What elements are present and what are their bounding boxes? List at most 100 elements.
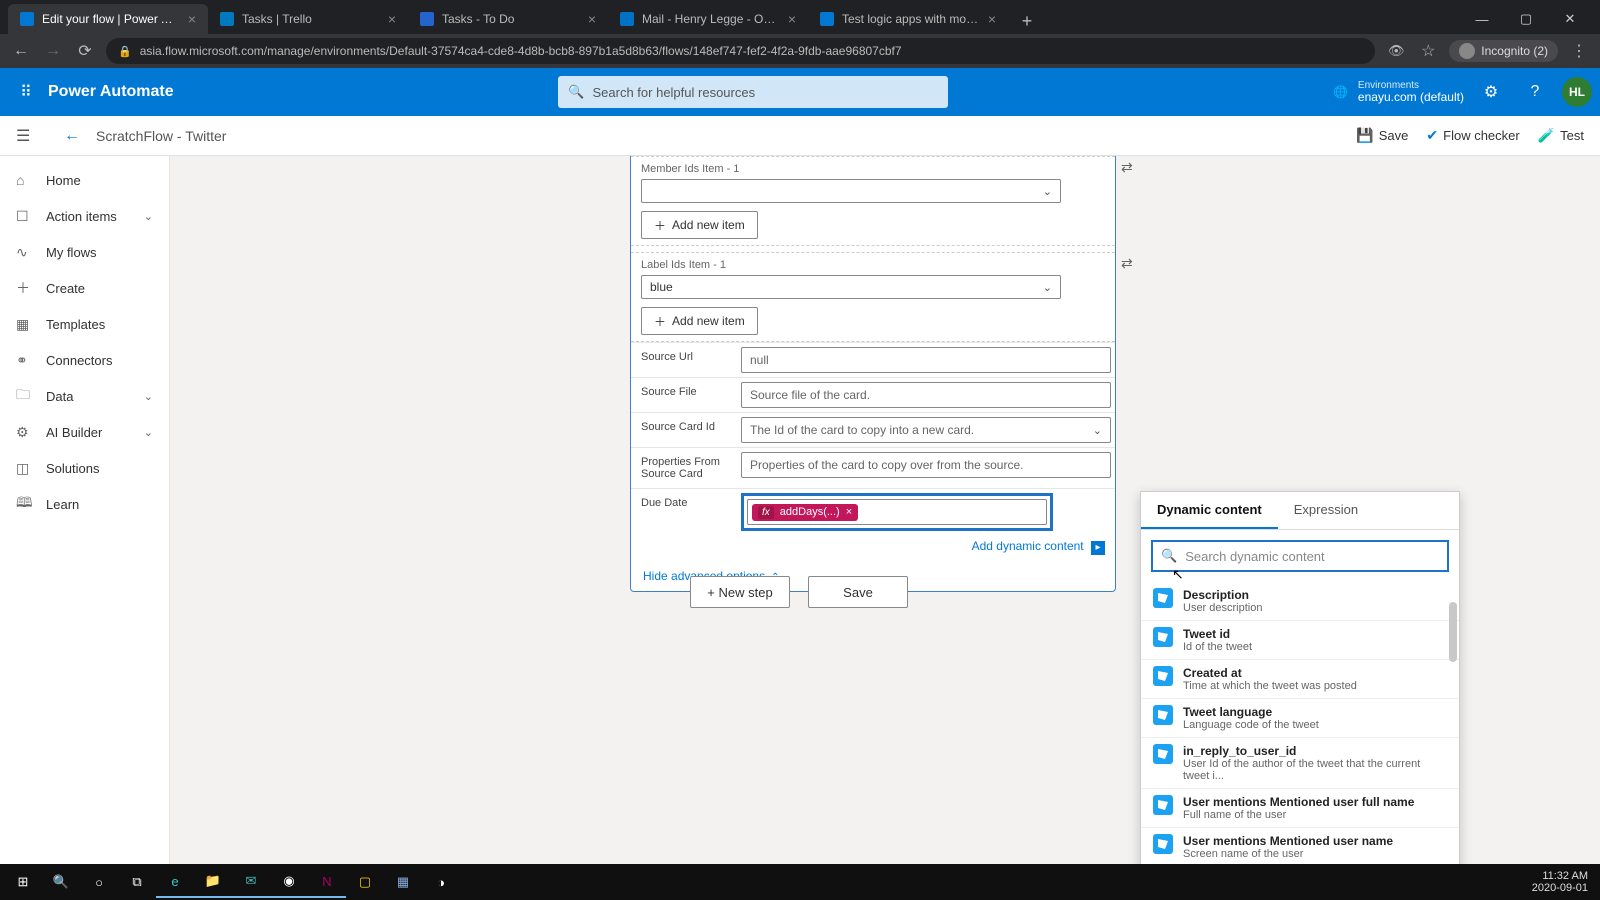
app-launcher-icon[interactable]: ⠿ xyxy=(8,74,44,110)
list-item[interactable]: Tweet languageLanguage code of the tweet xyxy=(1141,699,1459,738)
browser-tab[interactable]: Test logic apps with mock data - × xyxy=(808,4,1008,34)
new-tab-button[interactable]: + xyxy=(1014,8,1040,34)
task-view-button[interactable]: ⧉ xyxy=(118,866,156,898)
flow-canvas[interactable]: ⇄ Member Ids Item - 1 ⌄ ＋Add new item ⇄ … xyxy=(170,156,1600,864)
nav-connectors[interactable]: ⚭Connectors xyxy=(0,342,169,378)
properties-input[interactable]: Properties of the card to copy over from… xyxy=(741,452,1111,478)
browser-tab-strip: Edit your flow | Power Automate × Tasks … xyxy=(0,0,1600,34)
clock[interactable]: 11:32 AM 2020-09-01 xyxy=(1532,870,1588,894)
search-input[interactable]: 🔍 Search for helpful resources xyxy=(558,76,948,108)
list-item[interactable]: Created atTime at which the tweet was po… xyxy=(1141,660,1459,699)
list-item[interactable]: User mentions Mentioned user nameScreen … xyxy=(1141,828,1459,864)
reload-button[interactable]: ⟳ xyxy=(74,40,96,62)
dynamic-content-toggle-icon[interactable]: ▸ xyxy=(1091,541,1105,555)
tab-dynamic-content[interactable]: Dynamic content xyxy=(1141,492,1278,529)
test-icon: 🧪 xyxy=(1538,127,1555,144)
nav-action-items[interactable]: ☐Action items⌄ xyxy=(0,198,169,234)
environment-picker[interactable]: 🌐 Environments enayu.com (default) ⚙ ? H… xyxy=(1333,75,1592,109)
label-ids-input[interactable]: blue⌄ xyxy=(641,275,1061,299)
eye-off-icon[interactable]: 👁 xyxy=(1385,40,1407,62)
close-icon[interactable]: × xyxy=(780,11,796,27)
switch-array-icon[interactable]: ⇄ xyxy=(1121,255,1139,273)
dynamic-content-panel: Dynamic content Expression 🔍 Search dyna… xyxy=(1140,491,1460,864)
maximize-button[interactable]: ▢ xyxy=(1504,4,1548,34)
system-tray[interactable]: 11:32 AM 2020-09-01 xyxy=(1532,870,1596,894)
source-url-input[interactable]: null xyxy=(741,347,1111,373)
remove-pill-icon[interactable]: × xyxy=(846,506,852,518)
mail-app[interactable]: ✉ xyxy=(232,866,270,898)
nav-my-flows[interactable]: ∿My flows xyxy=(0,234,169,270)
switch-array-icon[interactable]: ⇄ xyxy=(1121,159,1139,177)
bookmark-icon[interactable]: ☆ xyxy=(1417,40,1439,62)
save-step-button[interactable]: Save xyxy=(808,576,908,608)
explorer-app[interactable]: 📁 xyxy=(194,866,232,898)
obs-app[interactable]: ◑ xyxy=(422,866,460,898)
create-icon: ＋ xyxy=(16,278,32,298)
flows-icon: ∿ xyxy=(16,244,32,261)
list-item[interactable]: Tweet idId of the tweet xyxy=(1141,621,1459,660)
start-button[interactable]: ⊞ xyxy=(4,866,42,898)
add-new-item-button[interactable]: ＋Add new item xyxy=(641,211,758,239)
source-file-input[interactable]: Source file of the card. xyxy=(741,382,1111,408)
add-dynamic-content-row: Add dynamic content ▸ xyxy=(631,535,1115,561)
minimize-button[interactable]: — xyxy=(1460,4,1504,34)
learn-icon: 🕮 xyxy=(16,492,32,516)
close-icon[interactable]: × xyxy=(580,11,596,27)
test-button[interactable]: 🧪Test xyxy=(1538,127,1584,144)
incognito-badge[interactable]: Incognito (2) xyxy=(1449,40,1558,62)
browser-tab[interactable]: Edit your flow | Power Automate × xyxy=(8,4,208,34)
browser-tab[interactable]: Mail - Henry Legge - Outlook × xyxy=(608,4,808,34)
list-item[interactable]: DescriptionUser description xyxy=(1141,582,1459,621)
cortana-button[interactable]: ○ xyxy=(80,866,118,898)
due-date-input[interactable]: fx addDays(...) × xyxy=(747,499,1047,525)
nav-solutions[interactable]: ◫Solutions xyxy=(0,450,169,486)
list-item[interactable]: in_reply_to_user_idUser Id of the author… xyxy=(1141,738,1459,789)
plus-icon: ＋ xyxy=(654,313,666,330)
forward-button[interactable]: → xyxy=(42,40,64,62)
tab-expression[interactable]: Expression xyxy=(1278,492,1374,529)
search-button[interactable]: 🔍 xyxy=(42,866,80,898)
member-ids-input[interactable]: ⌄ xyxy=(641,179,1061,203)
nav-data[interactable]: 🗀Data⌄ xyxy=(0,378,169,414)
save-button[interactable]: 💾Save xyxy=(1356,127,1408,144)
url-field[interactable]: 🔒 asia.flow.microsoft.com/manage/environ… xyxy=(106,38,1375,64)
browser-tab[interactable]: Tasks - To Do × xyxy=(408,4,608,34)
chrome-app[interactable]: ◉ xyxy=(270,866,308,898)
calculator-app[interactable]: ▦ xyxy=(384,866,422,898)
sticky-notes-app[interactable]: ▢ xyxy=(346,866,384,898)
new-step-button[interactable]: + New step xyxy=(690,576,790,608)
flow-checker-button[interactable]: ✔Flow checker xyxy=(1426,127,1519,144)
add-new-item-button[interactable]: ＋Add new item xyxy=(641,307,758,335)
onenote-app[interactable]: N xyxy=(308,866,346,898)
settings-icon[interactable]: ⚙ xyxy=(1474,75,1508,109)
close-window-button[interactable]: ✕ xyxy=(1548,4,1592,34)
nav-create[interactable]: ＋Create xyxy=(0,270,169,306)
user-avatar[interactable]: HL xyxy=(1562,77,1592,107)
more-menu-icon[interactable]: ⋮ xyxy=(1568,40,1590,62)
source-url-row: Source Url null xyxy=(631,342,1115,377)
back-arrow-icon[interactable]: ← xyxy=(64,127,80,145)
dynamic-content-list[interactable]: DescriptionUser description Tweet idId o… xyxy=(1141,582,1459,864)
browser-tab[interactable]: Tasks | Trello × xyxy=(208,4,408,34)
source-card-id-input[interactable]: The Id of the card to copy into a new ca… xyxy=(741,417,1111,443)
help-icon[interactable]: ? xyxy=(1518,75,1552,109)
field-label: Source Card Id xyxy=(631,413,737,447)
hamburger-icon[interactable]: ☰ xyxy=(16,126,44,146)
nav-ai-builder[interactable]: ⚙AI Builder⌄ xyxy=(0,414,169,450)
nav-home[interactable]: ⌂Home xyxy=(0,162,169,198)
scrollbar-thumb[interactable] xyxy=(1449,602,1457,662)
expression-pill[interactable]: fx addDays(...) × xyxy=(752,504,858,521)
nav-learn[interactable]: 🕮Learn xyxy=(0,486,169,522)
edge-app[interactable]: e xyxy=(156,866,194,898)
close-icon[interactable]: × xyxy=(180,11,196,27)
close-icon[interactable]: × xyxy=(980,11,996,27)
close-icon[interactable]: × xyxy=(380,11,396,27)
dynamic-search-input[interactable]: 🔍 Search dynamic content xyxy=(1151,540,1449,572)
favicon xyxy=(220,12,234,26)
back-button[interactable]: ← xyxy=(10,40,32,62)
ai-icon: ⚙ xyxy=(16,424,32,441)
search-placeholder: Search dynamic content xyxy=(1185,549,1324,564)
add-dynamic-content-link[interactable]: Add dynamic content xyxy=(972,539,1084,553)
list-item[interactable]: User mentions Mentioned user full nameFu… xyxy=(1141,789,1459,828)
nav-templates[interactable]: ▦Templates xyxy=(0,306,169,342)
